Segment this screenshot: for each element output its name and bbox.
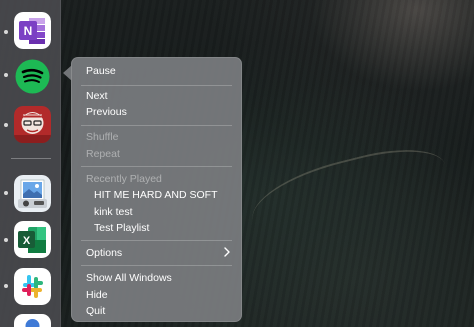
running-indicator-preview <box>4 191 8 195</box>
partial-app-icon[interactable] <box>14 314 51 327</box>
running-indicator-spotify <box>4 73 8 77</box>
running-indicator-onenote <box>4 30 8 34</box>
menu-separator <box>81 125 232 126</box>
menu-item-pause[interactable]: Pause <box>86 65 116 77</box>
recently-played-header: Recently Played <box>86 173 162 185</box>
menu-separator <box>81 240 232 241</box>
running-indicator-excel <box>4 238 8 242</box>
menu-item-shuffle: Shuffle <box>86 131 119 143</box>
menu-separator <box>81 85 232 86</box>
dock: N X <box>0 0 61 327</box>
chevron-right-icon <box>224 247 230 257</box>
menu-separator <box>81 265 232 266</box>
running-indicator-avatar-app <box>4 123 8 127</box>
running-indicator-slack <box>4 284 8 288</box>
menu-item-previous[interactable]: Previous <box>86 106 127 118</box>
onenote-letter: N <box>24 24 33 38</box>
excel-letter: X <box>23 235 31 247</box>
slack-icon[interactable] <box>14 268 51 305</box>
dock-separator <box>11 158 51 159</box>
menu-item-recent-1[interactable]: HIT ME HARD AND SOFT <box>94 189 217 201</box>
menu-item-recent-3[interactable]: Test Playlist <box>94 222 149 234</box>
spotify-dock-menu: Pause Next Previous Shuffle Repeat Recen… <box>71 57 242 322</box>
menu-item-repeat: Repeat <box>86 148 120 160</box>
preview-icon[interactable] <box>14 175 51 212</box>
spotify-icon[interactable] <box>14 58 51 95</box>
menu-item-show-all-windows[interactable]: Show All Windows <box>86 272 172 284</box>
onenote-icon[interactable]: N <box>14 12 51 49</box>
menu-item-hide[interactable]: Hide <box>86 289 108 301</box>
menu-item-recent-2[interactable]: kink test <box>94 206 133 218</box>
avatar-app-icon[interactable] <box>14 106 51 143</box>
menu-item-options[interactable]: Options <box>86 247 122 259</box>
menu-separator <box>81 166 232 167</box>
menu-item-quit[interactable]: Quit <box>86 305 105 317</box>
menu-item-next[interactable]: Next <box>86 90 108 102</box>
excel-icon[interactable]: X <box>14 221 51 258</box>
